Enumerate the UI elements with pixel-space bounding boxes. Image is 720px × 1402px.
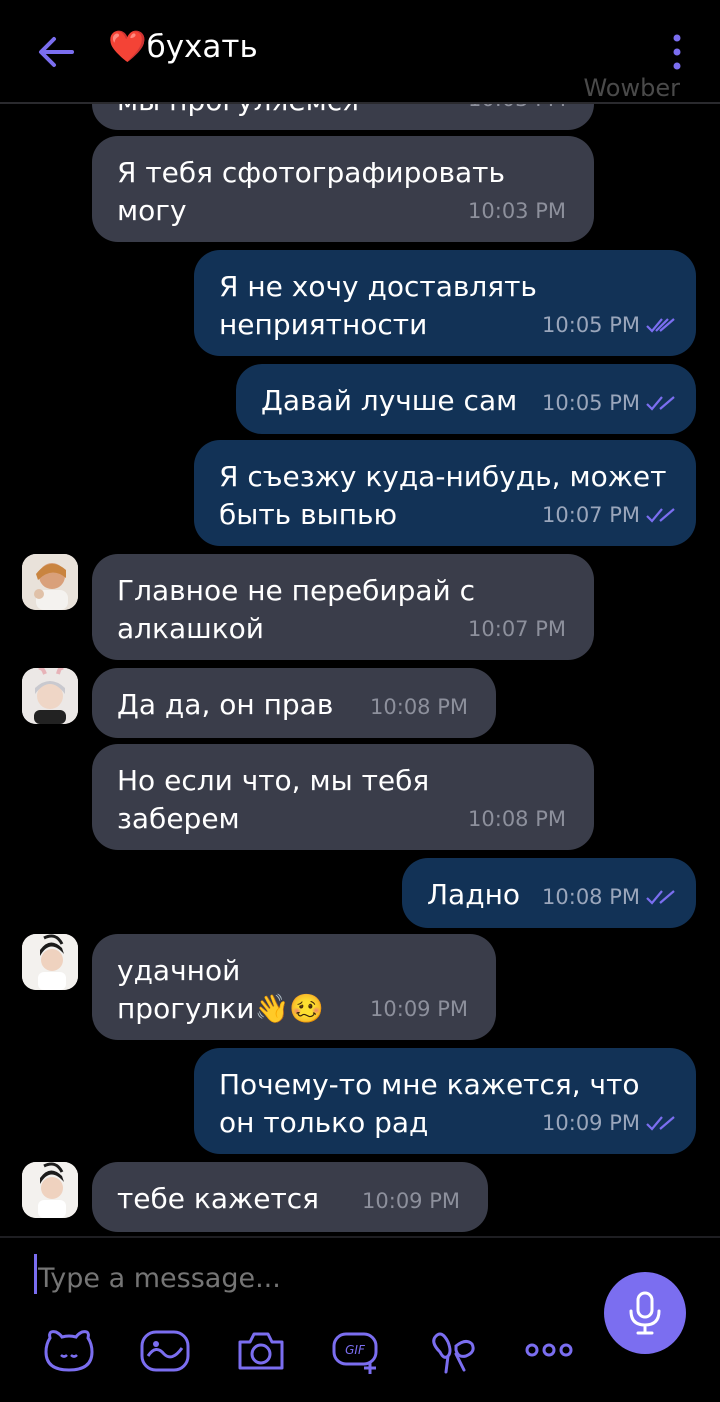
sticker-icon[interactable] [42, 1328, 96, 1374]
message-text: тебе кажется [117, 1182, 320, 1215]
message-text: Да да, он прав [117, 688, 334, 721]
read-receipt-icon [646, 1116, 675, 1131]
message-time: 10:03 PM [468, 199, 566, 223]
message-text: удачной прогулки👋🥴 [117, 954, 325, 1025]
message-time: 10:08 PM [468, 807, 566, 831]
message-time: 10:07 PM [542, 496, 676, 534]
message-bubble-incoming[interactable]: Главное не перебирай с алкашкой 10:07 PM [92, 554, 594, 660]
message-bubble-incoming[interactable]: Да да, он прав 10:08 PM [92, 668, 496, 738]
read-receipt-icon [646, 508, 675, 523]
message-text: Ладно [427, 878, 521, 911]
message-bubble-incoming[interactable]: удачной прогулки👋🥴 10:09 PM [92, 934, 496, 1040]
more-options-icon[interactable] [426, 1328, 480, 1374]
voice-message-button[interactable] [604, 1272, 686, 1354]
composer: GIF [0, 1236, 720, 1402]
message-time: 10:09 PM [362, 1189, 460, 1213]
contact-avatar[interactable] [22, 554, 78, 610]
contact-avatar[interactable] [22, 668, 78, 724]
message-list[interactable]: мы прогуляемся 10:03 PM Я тебя сфотограф… [0, 0, 720, 1236]
message-time: 10:09 PM [370, 997, 468, 1021]
message-bubble-incoming[interactable]: Но если что, мы тебя заберем 10:08 PM [92, 744, 594, 850]
message-bubble-incoming[interactable]: тебе кажется 10:09 PM [92, 1162, 488, 1232]
header-divider [0, 102, 720, 104]
message-bubble-outgoing[interactable]: Я не хочу доставлять неприятности 10:05 … [194, 250, 696, 356]
watermark: Wowber [583, 74, 680, 102]
gif-label: GIF [345, 1343, 366, 1357]
message-time: 10:08 PM [370, 695, 468, 719]
message-time: 10:08 PM [542, 878, 676, 916]
read-receipt-icon [646, 396, 675, 411]
message-text: Но если что, мы тебя заберем [117, 764, 430, 835]
chat-header: ❤️бухать Wowber [0, 0, 720, 104]
gif-icon[interactable]: GIF [330, 1328, 384, 1374]
doodle-icon[interactable] [138, 1328, 192, 1374]
message-bubble-outgoing[interactable]: Ладно 10:08 PM [402, 858, 696, 928]
read-receipt-icon [646, 890, 675, 905]
message-time: 10:05 PM [542, 384, 676, 422]
message-text: Я не хочу доставлять неприятности [219, 270, 537, 341]
message-bubble-incoming[interactable]: Я тебя сфотографировать могу 10:03 PM [92, 136, 594, 242]
chat-title[interactable]: ❤️бухать [108, 28, 258, 65]
contact-avatar[interactable] [22, 934, 78, 990]
message-text: Я тебя сфотографировать могу [117, 156, 505, 227]
message-bubble-outgoing[interactable]: Почему-то мне кажется, что он только рад… [194, 1048, 696, 1154]
message-bubble-outgoing[interactable]: Я съезжу куда-нибудь, может быть выпью 1… [194, 440, 696, 546]
more-icon[interactable] [522, 1328, 576, 1374]
message-bubble-outgoing[interactable]: Давай лучше сам 10:05 PM [236, 364, 696, 434]
message-time: 10:05 PM [542, 306, 676, 344]
message-text: Давай лучше сам [261, 384, 518, 417]
message-time: 10:07 PM [468, 617, 566, 641]
microphone-icon [629, 1291, 661, 1335]
message-text: Главное не перебирай с алкашкой [117, 574, 476, 645]
camera-icon[interactable] [234, 1328, 288, 1374]
message-input[interactable] [34, 1258, 558, 1298]
read-receipt-icon [646, 318, 675, 333]
back-arrow-icon[interactable] [34, 30, 78, 74]
more-vertical-icon[interactable] [664, 30, 690, 74]
contact-avatar[interactable] [22, 1162, 78, 1218]
message-time: 10:09 PM [542, 1104, 676, 1142]
